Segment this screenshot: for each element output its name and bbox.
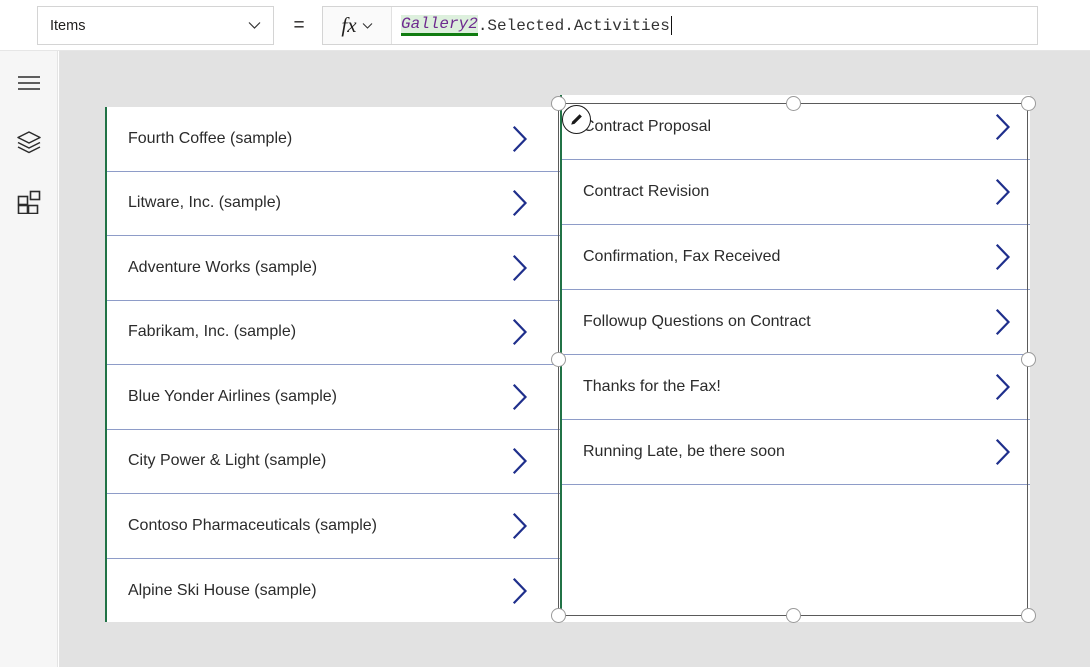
property-selector-value: Items — [38, 18, 239, 34]
chevron-down-icon — [362, 17, 373, 35]
handle-top-center[interactable] — [786, 96, 801, 111]
chevron-right-icon[interactable] — [507, 316, 533, 348]
chevron-right-icon[interactable] — [507, 252, 533, 284]
property-selector-dropdown[interactable]: Items — [37, 6, 274, 45]
gallery-row[interactable]: Running Late, be there soon — [562, 420, 1030, 485]
gallery-row[interactable]: Fourth Coffee (sample) — [107, 107, 560, 172]
gallery-row[interactable]: City Power & Light (sample) — [107, 430, 560, 495]
fx-label: fx — [341, 15, 356, 36]
gallery-row[interactable]: Alpine Ski House (sample) — [107, 559, 560, 623]
chevron-right-icon[interactable] — [990, 436, 1016, 468]
text-caret — [671, 16, 673, 35]
gallery-row-label: Contract Proposal — [583, 118, 990, 136]
chevron-right-icon[interactable] — [990, 111, 1016, 143]
gallery-row[interactable]: Contoso Pharmaceuticals (sample) — [107, 494, 560, 559]
gallery-row-label: Blue Yonder Airlines (sample) — [128, 388, 507, 406]
formula-token-rest: .Selected.Activities — [478, 17, 670, 35]
chevron-right-icon[interactable] — [507, 575, 533, 607]
gallery-row[interactable]: Followup Questions on Contract — [562, 290, 1030, 355]
gallery-row-label: Litware, Inc. (sample) — [128, 194, 507, 212]
gallery-row-label: Followup Questions on Contract — [583, 313, 990, 331]
gallery-row-label: Adventure Works (sample) — [128, 259, 507, 277]
gallery-accounts[interactable]: Fourth Coffee (sample) Litware, Inc. (sam… — [105, 107, 560, 622]
gallery-row-label: Running Late, be there soon — [583, 443, 990, 461]
gallery-row-label: Thanks for the Fax! — [583, 378, 990, 396]
chevron-right-icon[interactable] — [990, 241, 1016, 273]
formula-token-identifier: Gallery2 — [401, 15, 478, 36]
handle-top-right[interactable] — [1021, 96, 1036, 111]
chevron-down-icon — [239, 21, 273, 30]
app-canvas[interactable]: Fourth Coffee (sample) Litware, Inc. (sam… — [59, 51, 1090, 667]
gallery-row-label: Fabrikam, Inc. (sample) — [128, 323, 507, 341]
handle-bottom-right[interactable] — [1021, 608, 1036, 623]
left-rail — [0, 51, 58, 667]
gallery-row[interactable]: Confirmation, Fax Received — [562, 225, 1030, 290]
gallery-row-label: Contract Revision — [583, 183, 990, 201]
chevron-right-icon[interactable] — [507, 123, 533, 155]
gallery-row[interactable]: Thanks for the Fax! — [562, 355, 1030, 420]
power-apps-studio: Items = fx Gallery2.Selected.Activities — [0, 0, 1090, 667]
equals-sign: = — [286, 6, 312, 45]
chevron-right-icon[interactable] — [507, 510, 533, 542]
chevron-right-icon[interactable] — [507, 445, 533, 477]
gallery-row[interactable]: Blue Yonder Airlines (sample) — [107, 365, 560, 430]
gallery-empty-area — [562, 485, 1030, 622]
gallery-row[interactable]: Adventure Works (sample) — [107, 236, 560, 301]
chevron-right-icon[interactable] — [990, 371, 1016, 403]
handle-bottom-left[interactable] — [551, 608, 566, 623]
gallery-row-label: City Power & Light (sample) — [128, 452, 507, 470]
fx-function-button[interactable]: fx — [323, 7, 392, 44]
chevron-right-icon[interactable] — [990, 176, 1016, 208]
gallery-row-label: Fourth Coffee (sample) — [128, 130, 507, 148]
chevron-right-icon[interactable] — [507, 187, 533, 219]
gallery-activities[interactable]: Contract Proposal Contract Revision Confir… — [560, 95, 1030, 622]
gallery-row[interactable]: Fabrikam, Inc. (sample) — [107, 301, 560, 366]
chevron-right-icon[interactable] — [990, 306, 1016, 338]
layers-icon[interactable] — [10, 123, 48, 161]
pencil-edit-icon[interactable] — [562, 105, 591, 134]
formula-bar: Items = fx Gallery2.Selected.Activities — [0, 0, 1090, 51]
gallery-row[interactable]: Litware, Inc. (sample) — [107, 172, 560, 237]
gallery-row-label: Alpine Ski House (sample) — [128, 582, 507, 600]
handle-bottom-center[interactable] — [786, 608, 801, 623]
gallery-row[interactable]: Contract Revision — [562, 160, 1030, 225]
insert-grid-icon[interactable] — [10, 183, 48, 221]
gallery-row-label: Contoso Pharmaceuticals (sample) — [128, 517, 507, 535]
chevron-right-icon[interactable] — [507, 381, 533, 413]
formula-input[interactable]: Gallery2.Selected.Activities — [392, 7, 1037, 44]
handle-middle-left[interactable] — [551, 352, 566, 367]
gallery-row-label: Confirmation, Fax Received — [583, 248, 990, 266]
hamburger-menu-icon[interactable] — [10, 64, 48, 102]
formula-input-container: fx Gallery2.Selected.Activities — [322, 6, 1038, 45]
handle-top-left[interactable] — [551, 96, 566, 111]
handle-middle-right[interactable] — [1021, 352, 1036, 367]
